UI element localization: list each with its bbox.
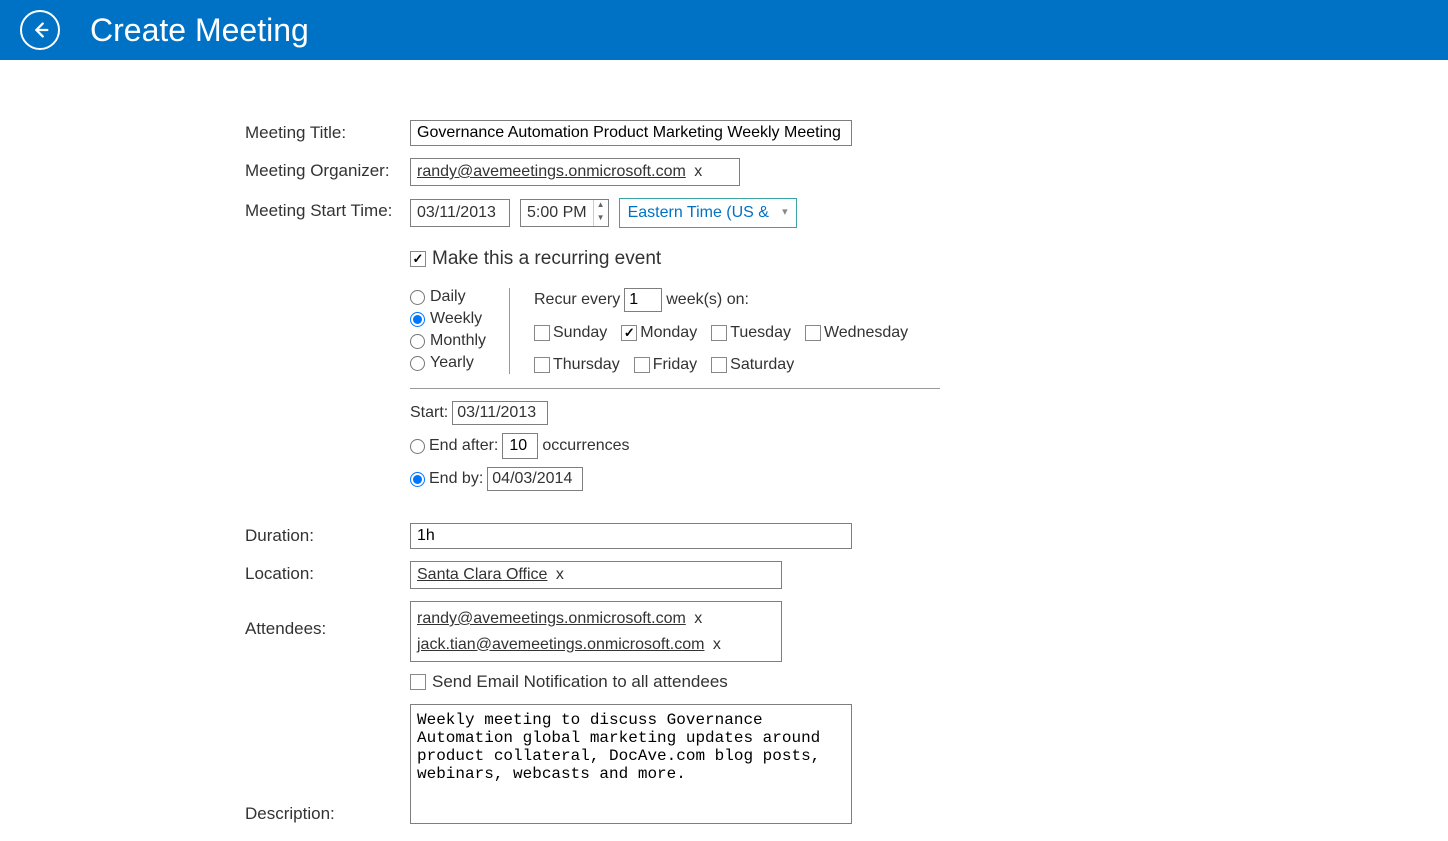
attendee1-remove[interactable]: x <box>694 610 702 627</box>
location-input[interactable]: Santa Clara Office x <box>410 561 782 589</box>
end-by-radio[interactable] <box>410 472 425 487</box>
day-saturday-checkbox[interactable] <box>711 357 727 373</box>
end-after-radio[interactable] <box>410 439 425 454</box>
label-description: Description: <box>245 704 410 824</box>
freq-yearly-label: Yearly <box>430 354 474 372</box>
freq-monthly-label: Monthly <box>430 332 486 350</box>
day-monday-checkbox[interactable] <box>621 325 637 341</box>
start-date-input[interactable]: 03/11/2013 <box>410 199 510 227</box>
end-by-label: End by: <box>429 470 483 488</box>
label-meeting-title: Meeting Title: <box>245 120 410 143</box>
label-location: Location: <box>245 561 410 584</box>
label-start-time: Meeting Start Time: <box>245 198 410 221</box>
freq-daily-label: Daily <box>430 288 466 306</box>
arrow-left-icon <box>29 19 51 41</box>
day-thursday-checkbox[interactable] <box>534 357 550 373</box>
recurrence-range: Start: 03/11/2013 End after: occurrences… <box>410 401 1050 491</box>
notify-label: Send Email Notification to all attendees <box>432 672 728 692</box>
end-after-label: End after: <box>429 437 498 455</box>
back-button[interactable] <box>20 10 60 50</box>
day-monday-label: Monday <box>640 324 697 342</box>
freq-monthly-radio[interactable] <box>410 334 425 349</box>
freq-daily-radio[interactable] <box>410 290 425 305</box>
recur-pre-label: Recur every <box>534 291 620 309</box>
day-sunday-checkbox[interactable] <box>534 325 550 341</box>
timezone-select[interactable]: Eastern Time (US & <box>619 198 797 228</box>
location-tag[interactable]: Santa Clara Office <box>417 566 547 583</box>
attendees-input[interactable]: randy@avemeetings.onmicrosoft.com x jack… <box>410 601 782 662</box>
start-time-value[interactable]: 5:00 PM <box>521 200 593 226</box>
occurrences-input[interactable] <box>502 433 538 459</box>
recurring-checkbox[interactable] <box>410 251 426 267</box>
range-start-date-input[interactable]: 03/11/2013 <box>452 401 548 425</box>
organizer-input[interactable]: randy@avemeetings.onmicrosoft.com x <box>410 158 740 186</box>
attendee-tag-1[interactable]: randy@avemeetings.onmicrosoft.com <box>417 610 686 627</box>
day-thursday-label: Thursday <box>553 356 620 374</box>
description-textarea[interactable] <box>410 704 852 824</box>
duration-input[interactable] <box>410 523 852 549</box>
freq-yearly-radio[interactable] <box>410 356 425 371</box>
freq-weekly-label: Weekly <box>430 310 482 328</box>
label-attendees: Attendees: <box>245 601 410 639</box>
day-tuesday-label: Tuesday <box>730 324 791 342</box>
occurrences-label: occurrences <box>542 437 629 455</box>
organizer-tag[interactable]: randy@avemeetings.onmicrosoft.com <box>417 163 686 180</box>
page-title: Create Meeting <box>90 12 309 49</box>
organizer-remove[interactable]: x <box>694 163 702 180</box>
day-friday-checkbox[interactable] <box>634 357 650 373</box>
app-header: Create Meeting <box>0 0 1448 60</box>
notify-checkbox[interactable] <box>410 674 426 690</box>
attendee-tag-2[interactable]: jack.tian@avemeetings.onmicrosoft.com <box>417 636 704 653</box>
day-tuesday-checkbox[interactable] <box>711 325 727 341</box>
end-by-date-input[interactable]: 04/03/2014 <box>487 467 583 491</box>
recurring-label: Make this a recurring event <box>432 248 661 270</box>
start-time-spinner[interactable]: 5:00 PM ▲ ▼ <box>520 199 609 227</box>
recurrence-section: Daily Weekly Monthly Yearly Recur every … <box>410 278 940 389</box>
location-remove[interactable]: x <box>556 566 564 583</box>
day-friday-label: Friday <box>653 356 697 374</box>
day-saturday-label: Saturday <box>730 356 794 374</box>
time-down-icon[interactable]: ▼ <box>594 213 608 226</box>
range-start-label: Start: <box>410 404 448 422</box>
label-duration: Duration: <box>245 523 410 546</box>
attendee2-remove[interactable]: x <box>713 636 721 653</box>
freq-weekly-radio[interactable] <box>410 312 425 327</box>
meeting-title-input[interactable] <box>410 120 852 146</box>
label-organizer: Meeting Organizer: <box>245 158 410 181</box>
recur-post-label: week(s) on: <box>666 291 749 309</box>
time-up-icon[interactable]: ▲ <box>594 200 608 213</box>
day-wednesday-checkbox[interactable] <box>805 325 821 341</box>
day-wednesday-label: Wednesday <box>824 324 908 342</box>
create-meeting-form: Meeting Title: Meeting Organizer: randy@… <box>0 60 1050 829</box>
recur-interval-input[interactable] <box>624 288 662 312</box>
day-sunday-label: Sunday <box>553 324 607 342</box>
